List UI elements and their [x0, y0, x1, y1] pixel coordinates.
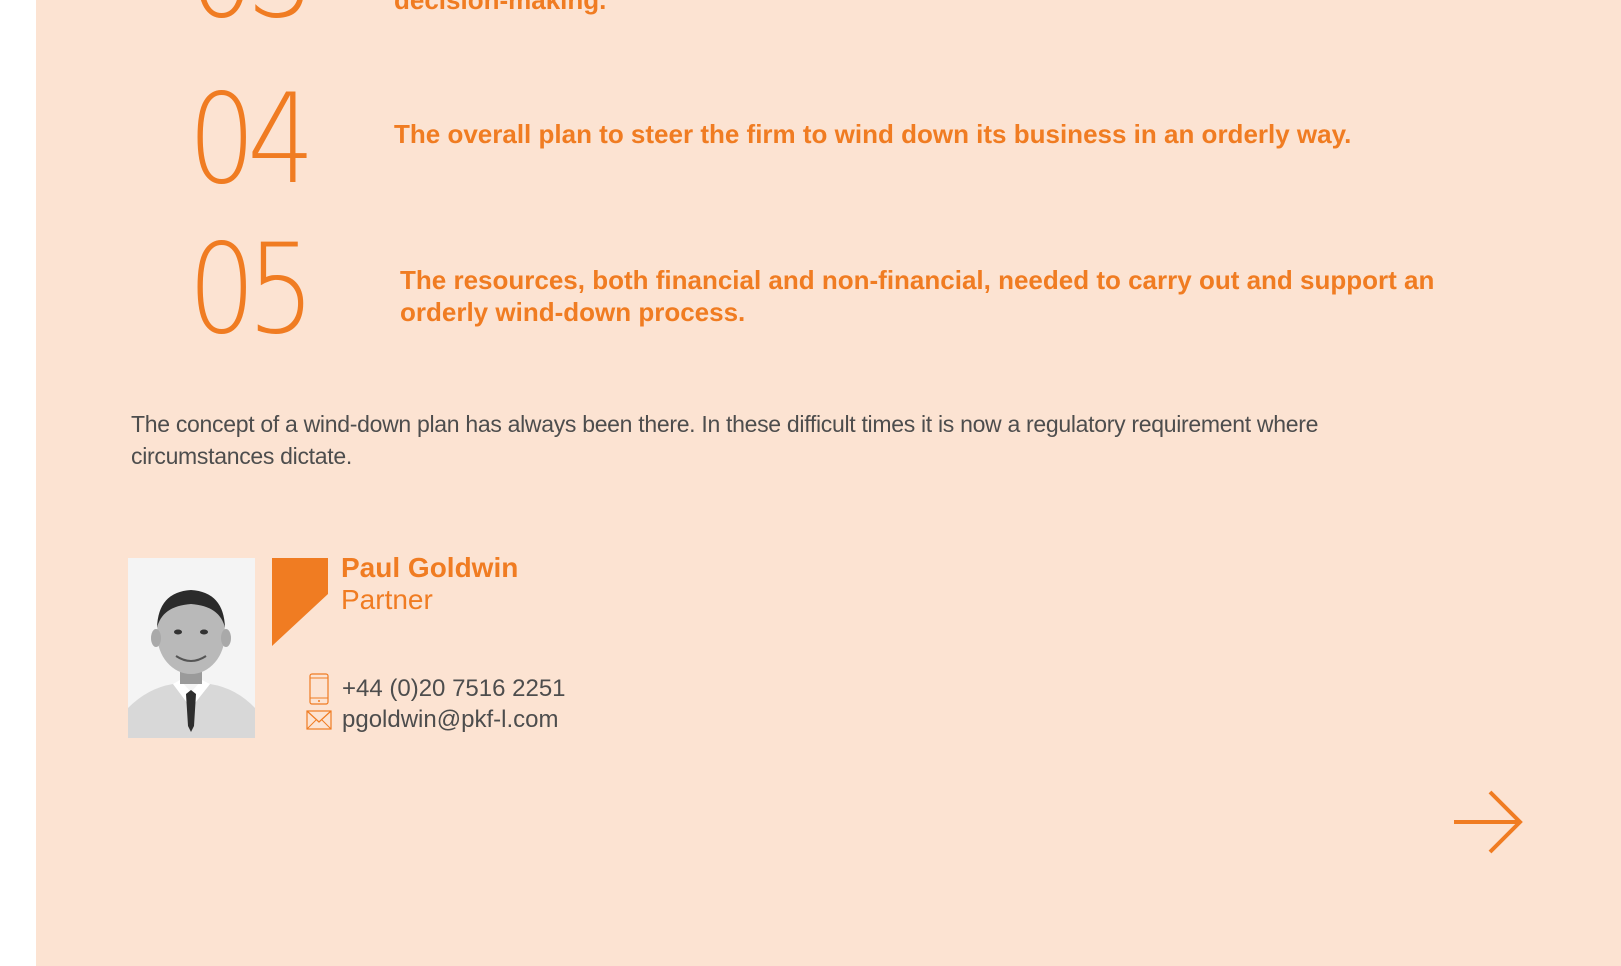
- contact-email[interactable]: pgoldwin@pkf-l.com: [342, 705, 558, 735]
- contact-phone[interactable]: +44 (0)20 7516 2251: [342, 674, 566, 704]
- arrow-right-icon[interactable]: [1452, 790, 1524, 854]
- item-number-04: 04: [188, 68, 315, 212]
- contact-name: Paul Goldwin: [341, 552, 519, 583]
- body-paragraph: The concept of a wind-down plan has alwa…: [131, 411, 1319, 469]
- contact-photo: [128, 558, 255, 738]
- phone-icon: [304, 673, 334, 705]
- item-text-04: The overall plan to steer the firm to wi…: [394, 119, 1352, 149]
- accent-shape: [272, 558, 328, 646]
- envelope-icon: [304, 705, 334, 735]
- item-number-05: 05: [188, 218, 315, 362]
- item-text-03: decision-making.: [394, 0, 607, 15]
- contact-email-row[interactable]: pgoldwin@pkf-l.com: [304, 705, 558, 735]
- item-number-03: 03: [188, 0, 315, 36]
- item-text-05: The resources, both financial and non-fi…: [400, 265, 1435, 327]
- page-panel: 03 decision-making. 04 The overall plan …: [36, 0, 1621, 966]
- contact-role: Partner: [341, 584, 433, 615]
- contact-phone-row[interactable]: +44 (0)20 7516 2251: [304, 673, 566, 705]
